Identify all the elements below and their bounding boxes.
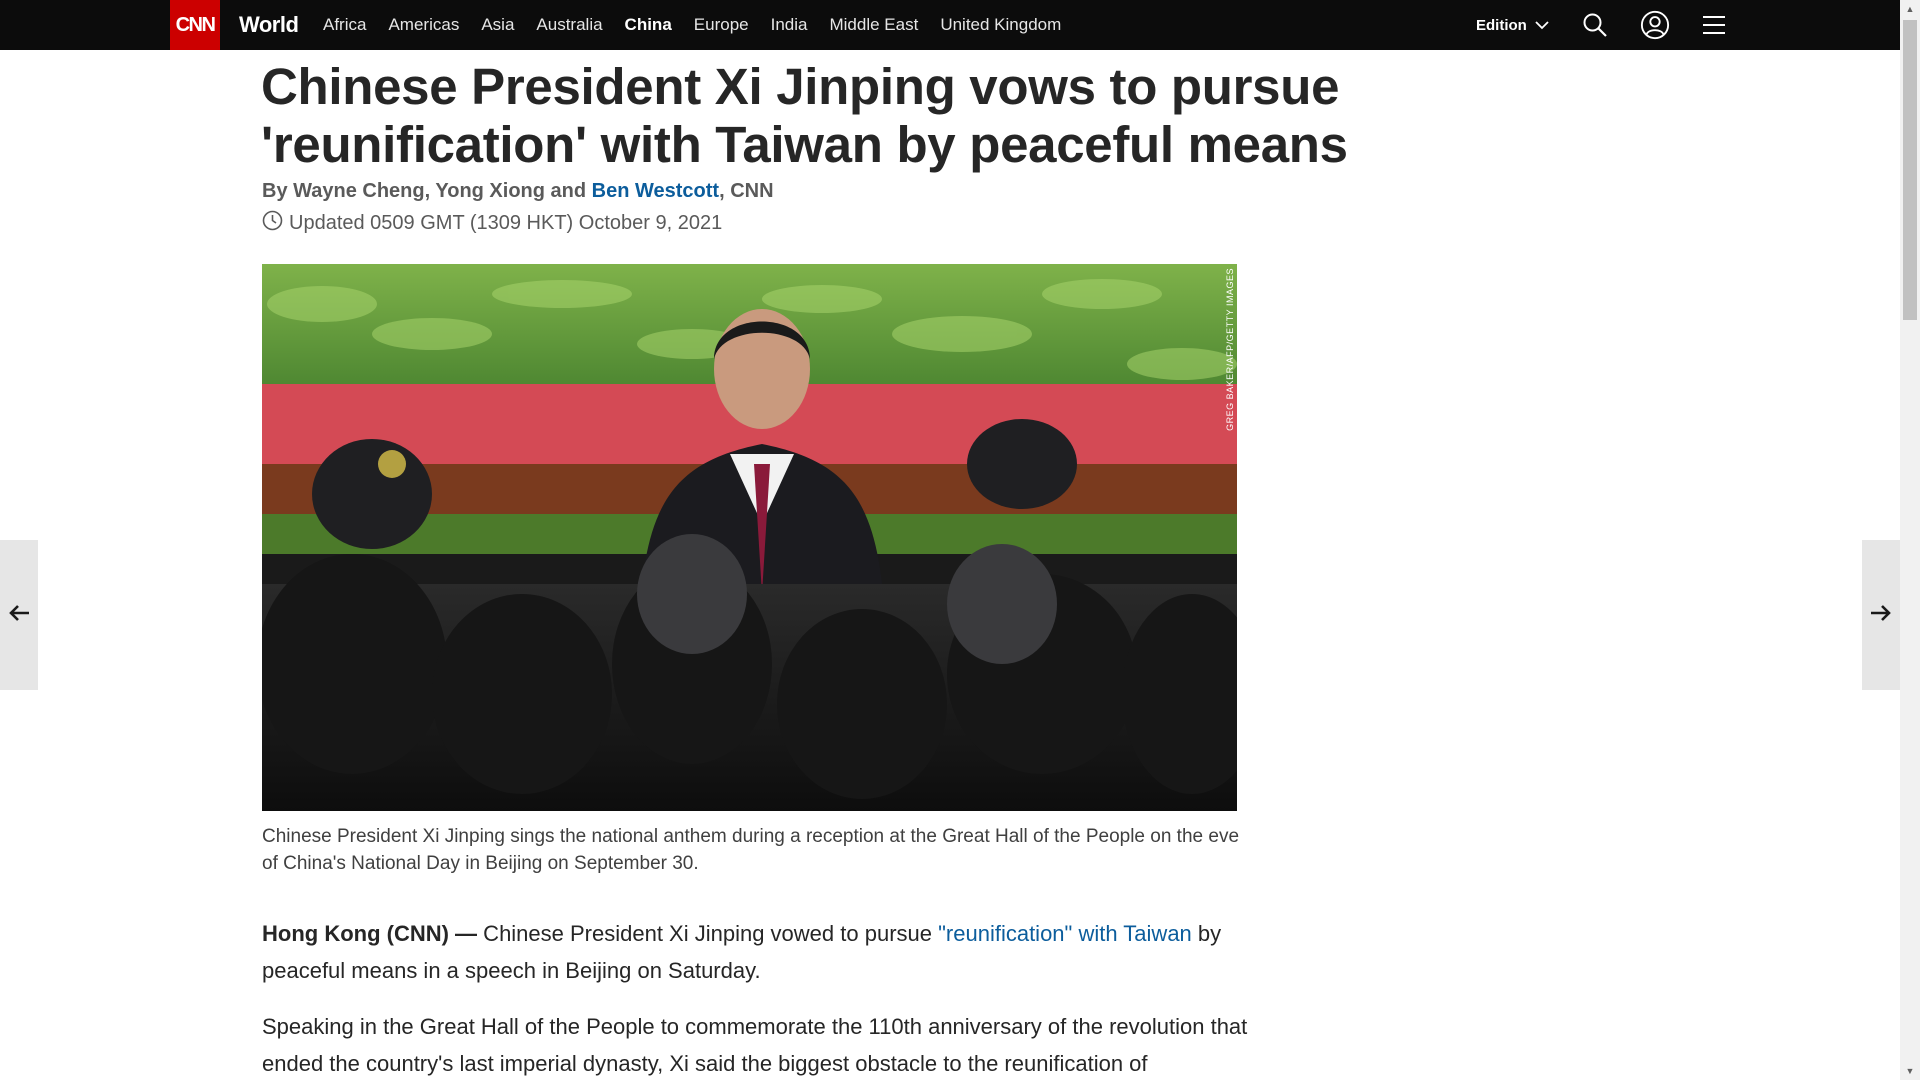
article-paragraph-1: Hong Kong (CNN) — Chinese President Xi J…	[262, 915, 1252, 989]
previous-article-button[interactable]	[0, 540, 38, 690]
vertical-scrollbar[interactable]: ▲ ▼	[1900, 0, 1920, 1080]
nav-link-europe[interactable]: Europe	[694, 15, 749, 35]
timestamp: Updated 0509 GMT (1309 HKT) October 9, 2…	[262, 210, 722, 237]
scroll-thumb[interactable]	[1903, 20, 1917, 320]
nav-link-middle-east[interactable]: Middle East	[829, 15, 918, 35]
nav-link-china[interactable]: China	[625, 15, 672, 35]
article-paragraph-2: Speaking in the Great Hall of the People…	[262, 1014, 1248, 1076]
photo-credit: GREG BAKER/AFP/GETTY IMAGES	[1225, 268, 1235, 431]
byline-prefix: By Wayne Cheng, Yong Xiong and	[262, 180, 592, 202]
nav-link-india[interactable]: India	[771, 15, 808, 35]
dateline: Hong Kong (CNN) —	[262, 921, 478, 946]
account-icon[interactable]	[1640, 10, 1670, 40]
search-icon[interactable]	[1580, 10, 1610, 40]
timestamp-text: Updated 0509 GMT (1309 HKT) October 9, 2…	[289, 212, 723, 234]
arrow-right-icon	[1870, 604, 1892, 627]
menu-icon[interactable]	[1699, 10, 1729, 40]
article-headline: Chinese President Xi Jinping vows to pur…	[261, 58, 1348, 173]
byline: By Wayne Cheng, Yong Xiong and Ben Westc…	[262, 180, 774, 203]
nav-link-australia[interactable]: Australia	[536, 15, 602, 35]
arrow-left-icon	[8, 604, 30, 627]
edition-label: Edition	[1476, 16, 1527, 34]
scroll-up-icon[interactable]: ▲	[1900, 0, 1920, 18]
nav-link-americas[interactable]: Americas	[388, 15, 459, 35]
nav-link-united-kingdom[interactable]: United Kingdom	[940, 15, 1061, 35]
nav-link-africa[interactable]: Africa	[323, 15, 366, 35]
cnn-logo[interactable]: CNN	[170, 0, 220, 50]
author-link[interactable]: Ben Westcott	[592, 180, 719, 202]
section-title[interactable]: World	[239, 0, 299, 50]
article-photo[interactable]: GREG BAKER/AFP/GETTY IMAGES	[262, 264, 1237, 811]
photo-illustration	[262, 264, 1237, 811]
edition-dropdown[interactable]: Edition	[1476, 0, 1549, 50]
nav-link-asia[interactable]: Asia	[481, 15, 514, 35]
top-navigation: CNN World Africa Americas Asia Australia…	[0, 0, 1900, 50]
next-article-button[interactable]	[1862, 540, 1900, 690]
photo-caption: Chinese President Xi Jinping sings the n…	[262, 826, 1240, 874]
reunification-link[interactable]: "reunification" with Taiwan	[938, 921, 1192, 946]
nav-links: Africa Americas Asia Australia China Eur…	[323, 0, 1061, 50]
chevron-down-icon	[1535, 17, 1549, 34]
para1-text-a: Chinese President Xi Jinping vowed to pu…	[477, 921, 939, 946]
byline-suffix: , CNN	[719, 180, 774, 202]
scroll-down-icon[interactable]: ▼	[1900, 1062, 1920, 1080]
clock-icon	[262, 210, 283, 237]
